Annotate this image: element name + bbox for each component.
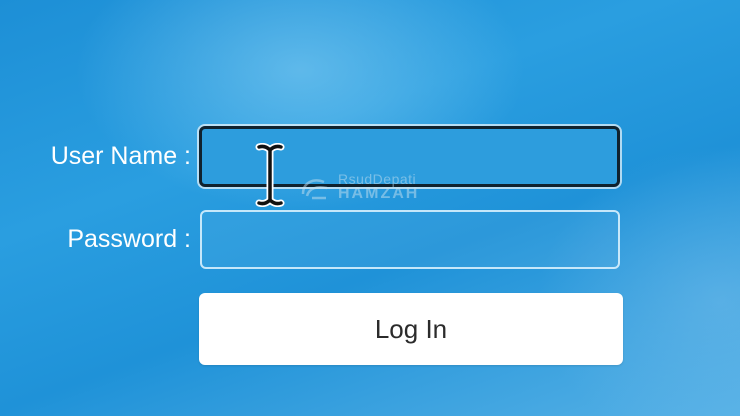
login-button[interactable]: Log In — [199, 293, 623, 365]
password-field[interactable] — [200, 210, 620, 269]
watermark-line2: HAMZAH — [338, 185, 420, 202]
text-cursor-icon — [255, 143, 285, 207]
password-label: Password : — [67, 225, 191, 253]
username-label: User Name : — [50, 142, 191, 170]
rsud-logo-icon — [301, 179, 328, 200]
watermark: RsudDepati HAMZAH — [300, 172, 419, 202]
watermark-line1: RsudDepati — [338, 171, 417, 187]
password-input[interactable] — [202, 212, 618, 267]
